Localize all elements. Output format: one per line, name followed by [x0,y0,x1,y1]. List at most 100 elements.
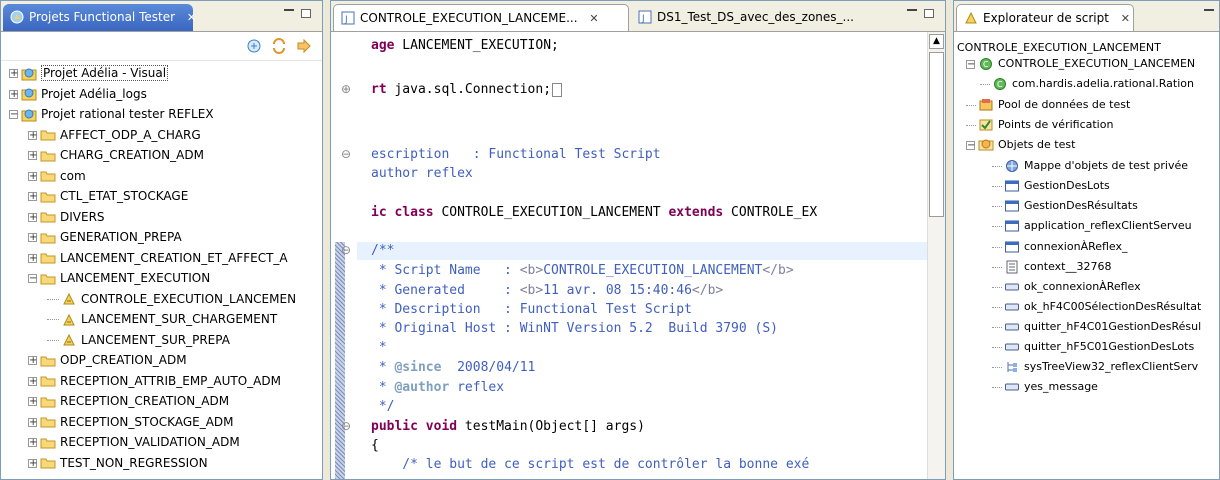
expand-icon[interactable]: + [28,356,37,366]
window-icon [1004,199,1024,212]
script-tree-item[interactable]: Mappe d'objets de test privée [992,156,1188,176]
project-icon [21,66,41,80]
maximize-icon[interactable] [924,9,934,18]
code-line[interactable]: */ [371,398,395,416]
expand-icon[interactable]: + [28,417,37,427]
maximize-icon[interactable] [301,9,311,18]
expand-icon[interactable]: + [28,151,37,161]
tree-item[interactable]: + ODP_CREATION_ADM [28,350,187,370]
script-tree-item[interactable]: Pool de données de test [966,95,1130,115]
tree-item[interactable]: LANCEMENT_SUR_CHARGEMENT [47,309,277,329]
code-line[interactable]: * Script Name : <b>CONTROLE_EXECUTION_LA… [371,262,794,280]
code-line[interactable]: escription : Functional Test Script [371,146,661,164]
tree-item[interactable]: + CTL_ETAT_STOCKAGE [28,186,188,206]
code-line[interactable]: * @since 2008/04/11 [371,359,536,377]
tree-item[interactable]: + com [28,166,86,186]
tree-item[interactable]: + RECEPTION_STOCKAGE_ADM [28,412,234,432]
tree-item[interactable]: + AFFECT_ODP_A_CHARG [28,125,201,145]
script-tree-item[interactable]: ok_connexionÀReflex [992,277,1141,297]
tree-item[interactable]: + DIVERS [28,207,105,227]
code-area[interactable]: age LANCEMENT_EXECUTION;rt java.sql.Conn… [341,32,927,479]
script-tree-item[interactable]: connexionÀReflex_ [992,237,1128,257]
collapse-icon[interactable]: − [28,274,37,284]
script-tree-item[interactable]: quitter_hF4C01GestionDesRésul [992,317,1201,337]
tree-item[interactable]: + Projet Adélia_logs [9,84,147,104]
expand-icon[interactable]: + [9,69,18,79]
expand-icon[interactable]: + [28,397,37,407]
script-tree-item[interactable]: sysTreeView32_reflexClientServ [992,357,1198,377]
expand-icon[interactable]: + [28,458,37,468]
close-icon[interactable]: ✕ [1121,12,1130,25]
fold-toggle-icon[interactable]: ⊖ [341,243,351,257]
script-tree-item[interactable]: GestionDesLots [992,176,1110,196]
tab-projets-functional-tester[interactable]: Projets Functional Tester ✕ [3,4,196,31]
tab-explorateur-de-script[interactable]: Explorateur de script ✕ [956,4,1134,31]
code-editor[interactable]: age LANCEMENT_EXECUTION;rt java.sql.Conn… [331,32,945,479]
code-line[interactable]: * Original Host : WinNT Version 5.2 Buil… [371,320,778,338]
script-tree-item[interactable]: Points de vérification [966,115,1113,135]
code-line[interactable]: { [371,437,379,455]
folder-icon [40,189,60,203]
script-tree-item[interactable]: context__32768 [992,257,1111,277]
code-line[interactable]: author reflex [371,165,473,183]
code-line[interactable]: ic class CONTROLE_EXECUTION_LANCEMENT ex… [371,204,817,222]
expand-icon[interactable]: + [28,130,37,140]
code-line[interactable]: * Description : Functional Test Script [371,301,692,319]
code-line[interactable]: * @author reflex [371,379,504,397]
script-tree-item[interactable]: application_reflexClientServeu [992,216,1192,236]
code-line[interactable]: * [371,339,387,357]
tab-controle-execution[interactable]: J CONTROLE_EXECUTION_LANCEME... ✕ [333,4,629,31]
tree-item[interactable]: + TEST_NON_REGRESSION [28,453,208,473]
tree-item[interactable]: + CHARG_CREATION_ADM [28,145,204,165]
close-icon[interactable]: ✕ [589,12,598,25]
fold-toggle-icon[interactable]: ⊖ [341,419,351,433]
expand-icon[interactable]: + [28,438,37,448]
tree-item[interactable]: CONTROLE_EXECUTION_LANCEMEN [47,289,296,309]
link-editor-icon[interactable] [296,38,312,54]
scroll-thumb[interactable] [929,52,944,217]
collapse-icon[interactable]: − [966,140,975,150]
new-project-icon[interactable] [246,38,262,54]
tree-item[interactable]: − LANCEMENT_EXECUTION [28,268,210,288]
script-tree-item[interactable]: Ccom.hardis.adelia.rational.Ration [980,74,1194,94]
fold-toggle-icon[interactable]: ⊖ [341,147,351,161]
code-line[interactable]: /* le but de ce script est de contrôler … [371,456,809,474]
tree-item[interactable]: − Projet rational tester REFLEX [9,104,214,124]
tree-item[interactable]: + GENERATION_PREPA [28,227,182,247]
tree-item[interactable]: LANCEMENT_SUR_PREPA [47,330,230,350]
code-line[interactable]: public void testMain(Object[] args) [371,418,645,436]
expand-icon[interactable]: + [28,171,37,181]
minimize-icon[interactable] [284,9,294,13]
code-line[interactable]: /** [371,242,394,260]
code-line[interactable]: age LANCEMENT_EXECUTION; [371,37,559,55]
script-tree-item[interactable]: GestionDesRésultats [992,196,1138,216]
collapse-icon[interactable]: − [966,59,975,69]
tab-ds1-test[interactable]: J DS1_Test_DS_avec_des_zones_... [631,4,871,31]
script-tree-item[interactable]: ok_hF4C00SélectionDesRésultat [992,297,1201,317]
expand-icon[interactable]: + [28,212,37,222]
expand-icon[interactable]: + [28,192,37,202]
script-tree-item[interactable]: quitter_hF5C01GestionDesLots [992,337,1194,357]
close-icon[interactable]: ✕ [187,11,196,24]
collapse-icon[interactable]: − [9,110,18,120]
expand-icon[interactable]: + [9,89,18,99]
code-line[interactable]: rt java.sql.Connection; [371,81,563,99]
tree-item[interactable]: + RECEPTION_CREATION_ADM [28,391,229,411]
tree-item[interactable]: + Projet Adélia - Visual [9,63,169,83]
script-tree-item[interactable]: − Objets de test [966,135,1075,155]
minimize-icon[interactable] [1204,9,1214,13]
script-tree-item[interactable]: yes_message [992,377,1098,397]
minimize-icon[interactable] [907,9,917,13]
expand-icon[interactable]: + [28,253,37,263]
editor-scrollbar[interactable]: ▲ [927,32,945,479]
tree-item[interactable]: + RECEPTION_VALIDATION_ADM [28,432,240,452]
fold-toggle-icon[interactable]: ⊕ [341,82,351,96]
scroll-up-icon[interactable]: ▲ [929,34,944,49]
expand-icon[interactable]: + [28,376,37,386]
tree-item[interactable]: + RECEPTION_ATTRIB_EMP_AUTO_ADM [28,371,281,391]
code-line[interactable]: * Generated : <b>11 avr. 08 15:40:46</b> [371,282,723,300]
script-tree-item[interactable]: − C CONTROLE_EXECUTION_LANCEMEN [966,54,1195,74]
expand-icon[interactable]: + [28,233,37,243]
sync-icon[interactable] [271,38,287,54]
tree-item[interactable]: + LANCEMENT_CREATION_ET_AFFECT_A [28,248,288,268]
